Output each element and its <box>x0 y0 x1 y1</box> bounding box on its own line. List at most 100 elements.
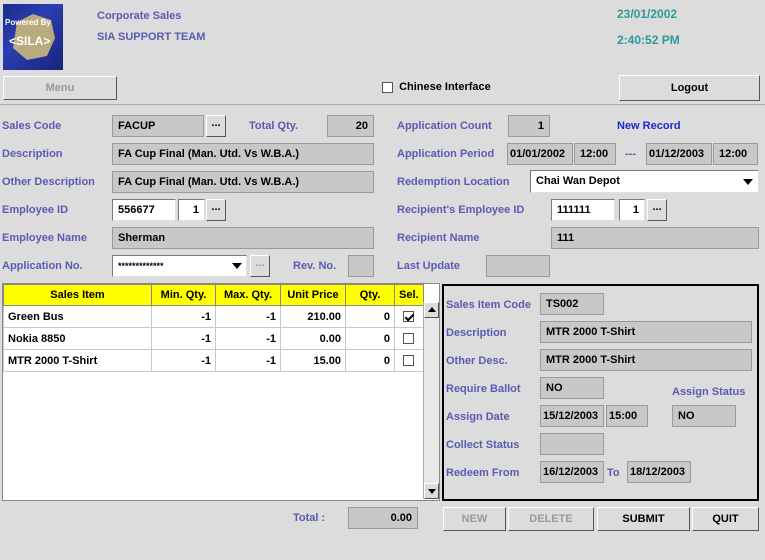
row-select-checkbox[interactable] <box>403 311 415 323</box>
total-field: 0.00 <box>348 507 418 529</box>
cell-price[interactable]: 15.00 <box>280 349 346 372</box>
employee-name-field[interactable]: Sherman <box>112 227 374 249</box>
assign-time-field: 15:00 <box>606 405 648 427</box>
sales-code-label: Sales Code <box>2 120 62 132</box>
employee-id-suffix-field[interactable]: 1 <box>178 199 205 221</box>
other-description-label: Other Description <box>2 176 95 188</box>
table-row[interactable]: Green Bus -1 -1 210.00 0 <box>3 305 424 328</box>
chinese-interface-toggle[interactable]: Chinese Interface <box>382 81 491 93</box>
cell-max[interactable]: -1 <box>215 327 281 350</box>
sales-item-grid: Sales Item Min. Qty. Max. Qty. Unit Pric… <box>3 284 424 372</box>
require-ballot-label: Require Ballot <box>446 383 521 395</box>
period-from-time-field[interactable]: 12:00 <box>574 143 616 165</box>
chevron-down-icon[interactable] <box>232 263 242 269</box>
cell-max[interactable]: -1 <box>215 349 281 372</box>
period-from-date-field[interactable]: 01/01/2002 <box>507 143 573 165</box>
description-label: Description <box>2 148 63 160</box>
grid-scrollbar[interactable] <box>423 302 439 499</box>
col-min-qty[interactable]: Min. Qty. <box>151 284 216 306</box>
cell-min[interactable]: -1 <box>151 349 216 372</box>
rev-no-field <box>348 255 374 277</box>
employee-id-label: Employee ID <box>2 204 69 216</box>
col-max-qty[interactable]: Max. Qty. <box>215 284 281 306</box>
cell-sel[interactable] <box>394 327 424 350</box>
detail-other-desc-field: MTR 2000 T-Shirt <box>540 349 752 371</box>
header-date: 23/01/2002 <box>617 7 678 21</box>
employee-lookup-button[interactable]: ... <box>206 199 226 221</box>
col-sel[interactable]: Sel. <box>394 284 424 306</box>
new-button[interactable]: NEW <box>443 507 506 531</box>
app-name: Corporate Sales <box>97 10 182 22</box>
last-update-label: Last Update <box>397 260 460 272</box>
col-sales-item[interactable]: Sales Item <box>3 284 152 306</box>
recipient-name-label: Recipient Name <box>397 232 480 244</box>
assign-status-label: Assign Status <box>672 386 746 398</box>
cell-item[interactable]: MTR 2000 T-Shirt <box>3 349 152 372</box>
cell-qty[interactable]: 0 <box>345 349 395 372</box>
assign-status-field: NO <box>672 405 736 427</box>
detail-other-desc-label: Other Desc. <box>446 355 508 367</box>
assign-date-label: Assign Date <box>446 411 510 423</box>
cell-min[interactable]: -1 <box>151 305 216 328</box>
assign-date-field: 15/12/2003 <box>540 405 604 427</box>
period-to-date-field[interactable]: 01/12/2003 <box>646 143 712 165</box>
col-qty[interactable]: Qty. <box>345 284 395 306</box>
total-label: Total : <box>293 512 326 524</box>
recipient-employee-id-suffix-field[interactable]: 1 <box>619 199 645 221</box>
menu-button[interactable]: Menu <box>3 76 117 100</box>
cell-price[interactable]: 210.00 <box>280 305 346 328</box>
detail-code-label: Sales Item Code <box>446 299 531 311</box>
row-select-checkbox[interactable] <box>403 333 415 345</box>
redeem-to-field: 18/12/2003 <box>627 461 691 483</box>
cell-max[interactable]: -1 <box>215 305 281 328</box>
logo-text-main: <SILA> <box>9 34 51 48</box>
scroll-down-button[interactable] <box>424 483 439 499</box>
application-no-select[interactable]: ************* <box>112 255 247 277</box>
new-record-label: New Record <box>617 120 681 132</box>
delete-button[interactable]: DELETE <box>508 507 594 531</box>
recipient-employee-id-label: Recipient's Employee ID <box>397 204 525 216</box>
sales-code-field[interactable]: FACUP <box>112 115 204 137</box>
application-count-field: 1 <box>508 115 550 137</box>
application-no-value: ************* <box>118 261 164 271</box>
cell-sel[interactable] <box>394 349 424 372</box>
employee-id-field[interactable]: 556677 <box>112 199 176 221</box>
row-select-checkbox[interactable] <box>403 355 415 367</box>
cell-price[interactable]: 0.00 <box>280 327 346 350</box>
cell-min[interactable]: -1 <box>151 327 216 350</box>
collect-status-label: Collect Status <box>446 439 520 451</box>
table-row[interactable]: Nokia 8850 -1 -1 0.00 0 <box>3 327 424 350</box>
last-update-field <box>486 255 550 277</box>
chevron-down-icon[interactable] <box>743 179 753 185</box>
cell-qty[interactable]: 0 <box>345 327 395 350</box>
redemption-location-select[interactable]: Chai Wan Depot <box>530 170 759 193</box>
redeem-to-label: To <box>607 467 620 479</box>
description-field[interactable]: FA Cup Final (Man. Utd. Vs W.B.A.) <box>112 143 374 165</box>
cell-item[interactable]: Green Bus <box>3 305 152 328</box>
recipient-lookup-button[interactable]: ... <box>647 199 667 221</box>
col-unit-price[interactable]: Unit Price <box>280 284 346 306</box>
cell-sel[interactable] <box>394 305 424 328</box>
application-no-lookup-button[interactable]: ... <box>250 255 270 277</box>
other-description-field[interactable]: FA Cup Final (Man. Utd. Vs W.B.A.) <box>112 171 374 193</box>
rev-no-label: Rev. No. <box>293 260 337 272</box>
sales-code-lookup-button[interactable]: ... <box>206 115 226 137</box>
submit-button[interactable]: SUBMIT <box>597 507 690 531</box>
logout-button[interactable]: Logout <box>619 75 760 101</box>
total-qty-field: 20 <box>327 115 374 137</box>
recipient-name-field[interactable]: 111 <box>551 227 759 249</box>
recipient-employee-id-field[interactable]: 111111 <box>551 199 615 221</box>
scroll-up-button[interactable] <box>424 302 439 318</box>
team-name: SIA SUPPORT TEAM <box>97 31 206 43</box>
redeem-from-field: 16/12/2003 <box>540 461 604 483</box>
cell-item[interactable]: Nokia 8850 <box>3 327 152 350</box>
period-to-time-field[interactable]: 12:00 <box>713 143 758 165</box>
application-no-label: Application No. <box>2 260 83 272</box>
chinese-interface-checkbox[interactable] <box>382 81 393 93</box>
table-row[interactable]: MTR 2000 T-Shirt -1 -1 15.00 0 <box>3 349 424 372</box>
collect-status-field <box>540 433 604 455</box>
quit-button[interactable]: QUIT <box>692 507 759 531</box>
cell-qty[interactable]: 0 <box>345 305 395 328</box>
redemption-location-value: Chai Wan Depot <box>536 175 620 187</box>
application-count-label: Application Count <box>397 120 492 132</box>
